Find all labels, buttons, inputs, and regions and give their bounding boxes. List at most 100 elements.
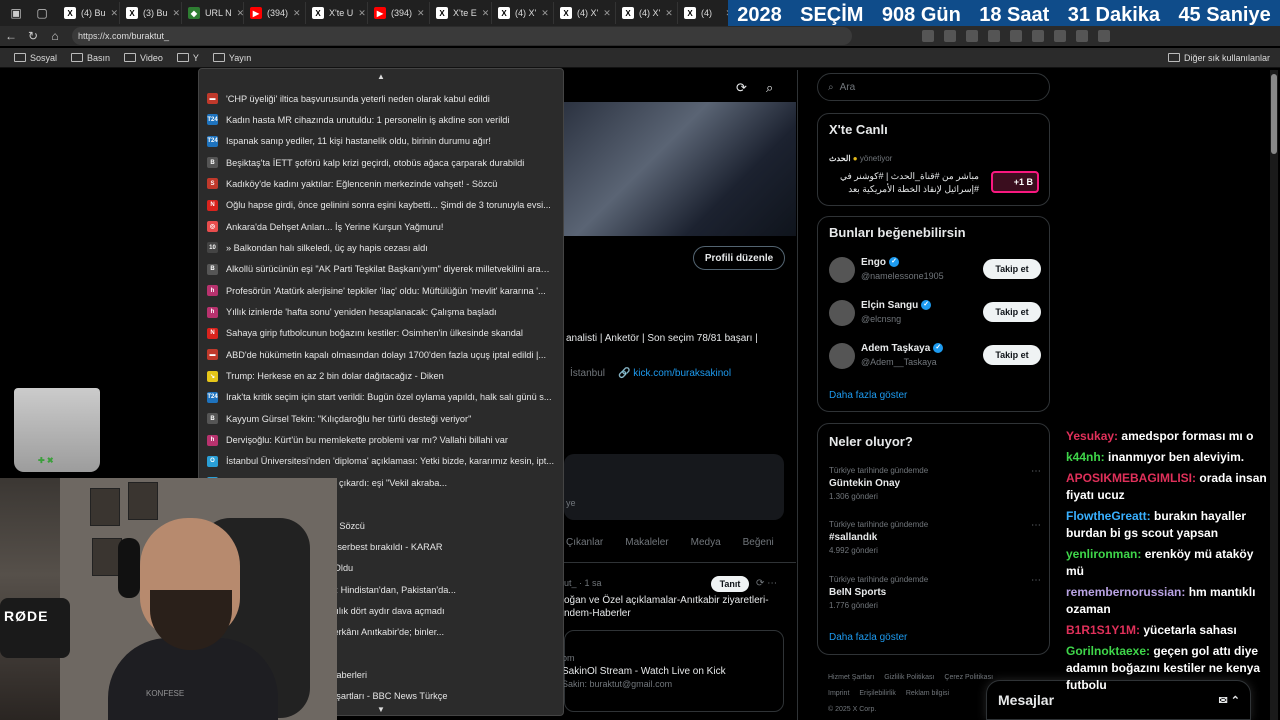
- close-icon[interactable]: ✕: [358, 8, 366, 19]
- reload-icon[interactable]: ↻: [22, 29, 44, 43]
- show-more-link[interactable]: Daha fazla göster: [829, 390, 907, 401]
- news-item[interactable]: N Oğlu hapse girdi, önce gelinini sonra e…: [199, 195, 563, 216]
- news-item[interactable]: ▬ 'CHP üyeliği' iltica başvurusunda yeter…: [199, 88, 563, 109]
- scroll-down-icon[interactable]: ▼: [377, 705, 385, 714]
- extension-icon[interactable]: [1032, 30, 1044, 42]
- more-icon[interactable]: ⋯: [1031, 575, 1041, 586]
- close-icon[interactable]: ✕: [293, 8, 301, 19]
- news-item[interactable]: B Alkollü sürücünün eşi "AK Parti Teşkila…: [199, 259, 563, 280]
- close-icon[interactable]: ✕: [541, 8, 549, 19]
- news-item[interactable]: B Beşiktaş'ta İETT şoförü kalp krizi geçi…: [199, 152, 563, 173]
- footer-link[interactable]: Erişilebilirlik: [859, 690, 896, 697]
- profile-icon[interactable]: ▣: [6, 3, 26, 23]
- close-icon[interactable]: ✕: [237, 8, 243, 19]
- browser-tab[interactable]: X (4) X' ✕: [616, 2, 678, 24]
- extension-icon[interactable]: [1098, 30, 1110, 42]
- close-icon[interactable]: ✕: [603, 8, 611, 19]
- news-item[interactable]: ◎ Ankara'da Dehşet Anları... İş Yerine Ku…: [199, 216, 563, 237]
- chat-username[interactable]: B1R1S1Y1M:: [1066, 623, 1140, 637]
- tab-likes[interactable]: Beğeni: [743, 537, 774, 562]
- extension-icon[interactable]: [1076, 30, 1088, 42]
- profile-card[interactable]: [564, 454, 784, 520]
- chat-username[interactable]: Gorilnoktaexe:: [1066, 644, 1150, 658]
- search-input[interactable]: ⌕ Ara: [817, 73, 1050, 101]
- search-icon[interactable]: ⌕: [766, 80, 773, 96]
- bookmark-folder-yayin[interactable]: Yayın: [212, 53, 251, 63]
- chat-username[interactable]: Yesukay:: [1066, 429, 1118, 443]
- trend-item[interactable]: Türkiye tarihinde gündemde BeIN Sports 1…: [829, 575, 1041, 615]
- close-icon[interactable]: ✕: [482, 8, 490, 19]
- news-item[interactable]: T24 Ispanak sanıp yediler, 11 kişi hastan…: [199, 131, 563, 152]
- more-icon[interactable]: ⋯: [767, 578, 777, 589]
- home-icon[interactable]: ⌂: [44, 29, 66, 43]
- bookmark-folder-video[interactable]: Video: [124, 53, 163, 63]
- browser-tab[interactable]: X X'te E ✕: [430, 2, 492, 24]
- url-field[interactable]: https://x.com/buraktut_: [72, 27, 852, 45]
- news-item[interactable]: h Dervişoğlu: Kürt'ün bu memlekette probl…: [199, 430, 563, 451]
- footer-link[interactable]: Çerez Politikası: [944, 674, 993, 681]
- tab-articles[interactable]: Makaleler: [625, 537, 668, 562]
- trend-item[interactable]: Türkiye tarihinde gündemde Güntekin Onay…: [829, 466, 1041, 506]
- scroll-up-icon[interactable]: ▲: [377, 72, 385, 81]
- tab-highlights[interactable]: Çıkanlar: [566, 537, 603, 562]
- news-item[interactable]: T24 Irak'ta kritik seçim için start veril…: [199, 387, 563, 408]
- follow-button[interactable]: Takip et: [983, 302, 1041, 322]
- chat-username[interactable]: APOSIKMEBAGIMLISI:: [1066, 471, 1196, 485]
- footer-link[interactable]: Reklam bilgisi: [906, 690, 949, 697]
- news-item[interactable]: S Kadıköy'de kadını yaktılar: Eğlencenin …: [199, 173, 563, 194]
- refresh-icon[interactable]: ⟳: [736, 80, 747, 96]
- news-item[interactable]: O İstanbul Üniversitesi'nden 'diploma' aç…: [199, 451, 563, 472]
- extension-icon[interactable]: [988, 30, 1000, 42]
- suggest-item[interactable]: Elçin Sangu ✓ @elcnsng Takip et: [829, 296, 1041, 330]
- news-item[interactable]: ▬ ABD'de hükümetin kapalı olmasından dola…: [199, 344, 563, 365]
- footer-link[interactable]: Hizmet Şartları: [828, 674, 874, 681]
- profile-banner[interactable]: [564, 100, 796, 236]
- chat-username[interactable]: remembernorussian:: [1066, 585, 1185, 599]
- browser-tab[interactable]: X (3) Bu ✕: [120, 2, 182, 24]
- news-item[interactable]: N Sahaya girip futbolcunun boğazını kesti…: [199, 323, 563, 344]
- follow-button[interactable]: Takip et: [983, 259, 1041, 279]
- news-item[interactable]: B Kayyum Gürsel Tekin: "Kılıçdaroğlu her …: [199, 408, 563, 429]
- close-icon[interactable]: ✕: [173, 8, 181, 19]
- news-item[interactable]: h Profesörün 'Atatürk alerjisine' tepkile…: [199, 280, 563, 301]
- scrollbar[interactable]: [1270, 70, 1278, 720]
- live-text[interactable]: مباشر من #قناة_الحدث | #كوشنر في #إسرائي…: [829, 170, 979, 196]
- repost-icon[interactable]: ⟳: [756, 578, 764, 589]
- suggest-item[interactable]: Engo ✓ @namelessone1905 Takip et: [829, 253, 1041, 287]
- bookmark-folder-sosyal[interactable]: Sosyal: [14, 53, 57, 63]
- news-item[interactable]: T24 Kadın hasta MR cihazında unutuldu: 1 …: [199, 109, 563, 130]
- other-bookmarks[interactable]: Diğer sık kullanılanlar: [1167, 53, 1270, 63]
- tab-actions-icon[interactable]: ▢: [32, 3, 52, 23]
- browser-tab[interactable]: ▶ (394) ✕: [244, 2, 306, 24]
- trends-show-more-link[interactable]: Daha fazla göster: [829, 632, 907, 643]
- browser-tab[interactable]: ▶ (394) ✕: [368, 2, 430, 24]
- footer-link[interactable]: Imprint: [828, 690, 849, 697]
- browser-tab[interactable]: X (4) Bu ✕: [58, 2, 120, 24]
- close-icon[interactable]: ✕: [111, 8, 119, 19]
- news-item[interactable]: ↘ Trump: Herkese en az 2 bin dolar dağıta…: [199, 366, 563, 387]
- extension-icon[interactable]: [922, 30, 934, 42]
- browser-tab[interactable]: X (4) X' ✕: [492, 2, 554, 24]
- chat-username[interactable]: k44nh:: [1066, 450, 1105, 464]
- tab-media[interactable]: Medya: [691, 537, 721, 562]
- bookmark-folder-y[interactable]: Y: [176, 53, 199, 63]
- promote-button[interactable]: Tanıt: [711, 576, 749, 592]
- browser-tab[interactable]: ◆ URL N ✕: [182, 2, 244, 24]
- more-icon[interactable]: ⋯: [1031, 520, 1041, 531]
- browser-tab[interactable]: X X'te U ✕: [306, 2, 368, 24]
- bookmark-folder-basin[interactable]: Basın: [71, 53, 110, 63]
- suggest-item[interactable]: Adem Taşkaya ✓ @Adem__Taskaya Takip et: [829, 339, 1041, 373]
- edit-profile-button[interactable]: Profili düzenle: [693, 246, 785, 270]
- extension-icon[interactable]: [944, 30, 956, 42]
- close-icon[interactable]: ✕: [665, 8, 673, 19]
- scrollbar-thumb[interactable]: [1271, 74, 1277, 154]
- live-listeners-badge[interactable]: +1 B: [991, 171, 1039, 193]
- extension-icon[interactable]: [966, 30, 978, 42]
- back-icon[interactable]: ←: [0, 29, 22, 43]
- chat-username[interactable]: FlowtheGreatt:: [1066, 509, 1151, 523]
- profile-link[interactable]: 🔗 kick.com/buraksakinol: [618, 368, 731, 379]
- extension-icon[interactable]: [1010, 30, 1022, 42]
- chat-username[interactable]: yenlironman:: [1066, 547, 1141, 561]
- footer-link[interactable]: Gizlilik Politikası: [884, 674, 934, 681]
- close-icon[interactable]: ✕: [417, 8, 425, 19]
